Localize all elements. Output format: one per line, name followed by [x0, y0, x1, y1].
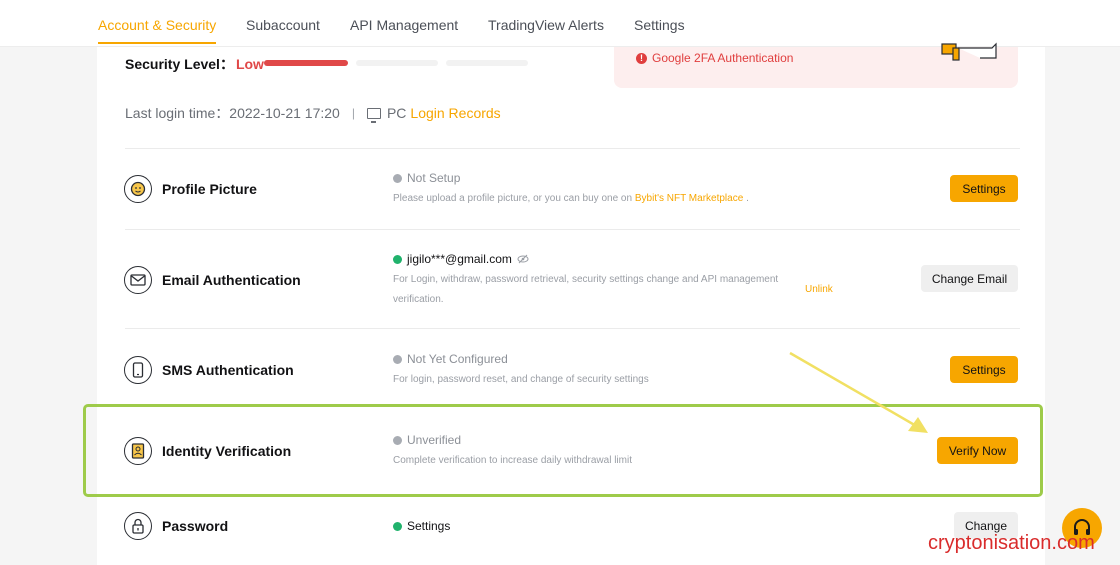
sms-desc: For login, password reset, and change of… [393, 374, 649, 385]
profile-picture-settings-button[interactable]: Settings [950, 175, 1018, 202]
verified-check-icon [393, 254, 402, 264]
key-illustration-icon [941, 42, 997, 61]
email-status: jigilo***@gmail.com [393, 252, 529, 266]
profile-picture-status: Not Setup [393, 171, 460, 185]
divider [125, 148, 1020, 149]
profile-picture-desc-text: Please upload a profile picture, or you … [393, 193, 633, 204]
change-email-button[interactable]: Change Email [921, 265, 1018, 292]
tab-account-security[interactable]: Account & Security [98, 17, 217, 44]
status-dot-icon [393, 173, 402, 183]
profile-picture-desc: Please upload a profile picture, or you … [393, 189, 749, 209]
email-unlink-link[interactable]: Unlink [805, 284, 833, 295]
tab-settings[interactable]: Settings [634, 17, 685, 33]
security-level-label: Security Level： [125, 56, 234, 72]
profile-picture-icon [124, 175, 152, 203]
status-dot-icon [393, 354, 402, 364]
monitor-icon [366, 107, 381, 123]
profile-picture-status-text: Not Setup [407, 171, 461, 185]
last-login-separator: | [351, 106, 355, 120]
sms-authentication-title: SMS Authentication [162, 362, 294, 378]
security-level: Security Level： Low [125, 54, 264, 74]
phone-icon [124, 356, 152, 384]
password-status-text: Settings [407, 519, 451, 533]
verified-check-icon [393, 521, 402, 531]
security-bar-1 [264, 60, 348, 66]
email-desc: For Login, withdraw, password retrieval,… [393, 270, 778, 310]
last-login-label: Last login time： [125, 105, 230, 121]
nft-marketplace-link[interactable]: Bybit's NFT Marketplace [635, 193, 743, 204]
email-icon [124, 266, 152, 294]
tab-tradingview-alerts[interactable]: TradingView Alerts [488, 17, 604, 33]
email-authentication-title: Email Authentication [162, 272, 301, 288]
divider [125, 229, 1020, 230]
sms-status-text: Not Yet Configured [407, 352, 508, 366]
security-bar-2 [356, 60, 438, 66]
profile-picture-desc-suffix: . [746, 193, 749, 204]
security-level-value: Low [235, 56, 264, 72]
alert-2fa-label: Google 2FA Authentication [652, 51, 794, 65]
tab-subaccount[interactable]: Subaccount [246, 17, 320, 33]
password-status: Settings [393, 519, 450, 533]
sms-settings-button[interactable]: Settings [950, 356, 1018, 383]
login-records-link[interactable]: Login Records [410, 105, 500, 121]
last-login-device: PC [386, 105, 407, 121]
security-bar-3 [446, 60, 528, 66]
identity-highlight-frame [83, 404, 1043, 497]
warning-icon: ! [636, 52, 647, 64]
watermark: cryptonisation.com [928, 532, 1095, 554]
lock-icon [124, 512, 152, 540]
alert-2fa[interactable]: ! Google 2FA Authentication [636, 51, 793, 65]
last-login-time: 2022-10-21 17:20 [229, 105, 340, 121]
last-login: Last login time： 2022-10-21 17:20 | PC L… [125, 103, 501, 123]
profile-picture-title: Profile Picture [162, 181, 257, 197]
email-desc-line2: verification. [393, 294, 444, 305]
email-desc-line1: For Login, withdraw, password retrieval,… [393, 274, 779, 285]
eye-hidden-icon[interactable] [517, 254, 529, 264]
password-title: Password [162, 518, 229, 534]
tab-api-management[interactable]: API Management [350, 17, 458, 33]
divider [125, 328, 1020, 329]
email-address: jigilo***@gmail.com [407, 252, 512, 266]
sms-status: Not Yet Configured [393, 352, 508, 366]
